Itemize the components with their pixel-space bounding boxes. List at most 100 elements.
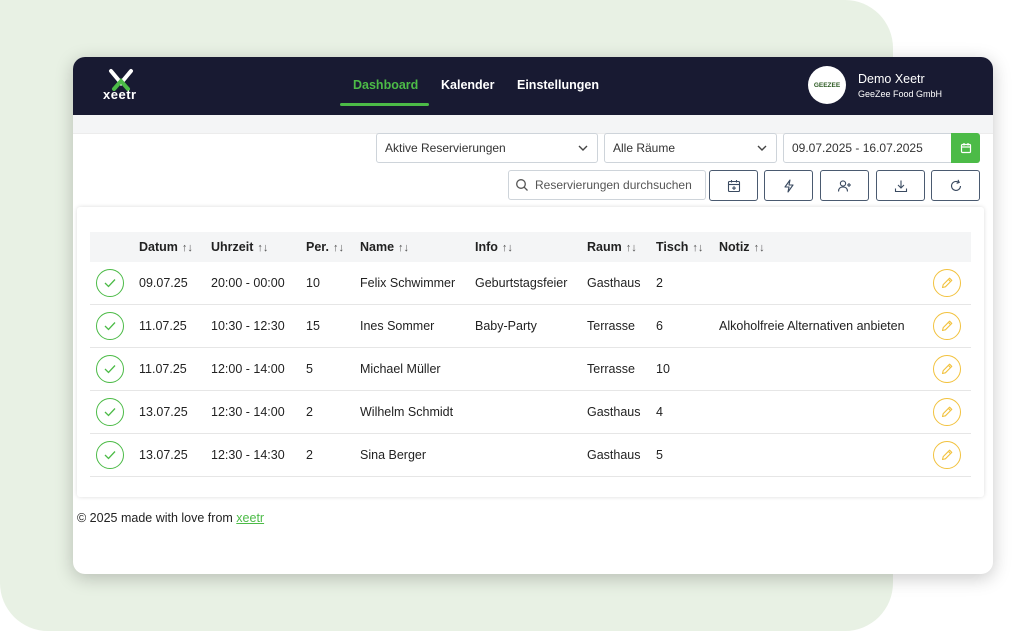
header-datum[interactable]: Datum ↑↓ [139, 232, 211, 262]
pencil-icon [941, 363, 953, 375]
confirm-button[interactable] [96, 355, 124, 383]
header-info[interactable]: Info ↑↓ [475, 232, 587, 262]
check-icon [104, 279, 116, 288]
cell-room: Gasthaus [587, 262, 656, 305]
sort-icon: ↑↓ [181, 242, 193, 254]
cell-time: 20:00 - 00:00 [211, 262, 306, 305]
status-filter-value: Aktive Reservierungen [385, 141, 506, 155]
sort-icon: ↑↓ [332, 242, 344, 254]
check-icon [104, 322, 116, 331]
edit-button[interactable] [933, 398, 961, 426]
search-input[interactable] [533, 177, 702, 193]
date-picker-button[interactable] [951, 133, 980, 163]
cell-table: 6 [656, 304, 719, 348]
avatar-text: GEEZEE [813, 81, 841, 89]
header-raum[interactable]: Raum ↑↓ [587, 232, 656, 262]
cell-date: 13.07.25 [139, 390, 211, 434]
download-button[interactable] [876, 170, 925, 201]
cell-note [719, 347, 933, 391]
chevron-down-icon [578, 145, 588, 151]
table-row[interactable]: 11.07.25 10:30 - 12:30 15 Ines Sommer Ba… [90, 304, 971, 348]
cell-room: Terrasse [587, 304, 656, 348]
nav-einstellungen[interactable]: Einstellungen [517, 78, 599, 92]
cell-note [719, 433, 933, 477]
nav-dashboard[interactable]: Dashboard [353, 78, 418, 92]
header-personen[interactable]: Per. ↑↓ [306, 232, 360, 262]
cell-name: Michael Müller [360, 347, 475, 391]
cell-persons: 2 [306, 433, 360, 477]
cell-table: 2 [656, 262, 719, 305]
user-avatar[interactable]: GEEZEE [808, 66, 846, 104]
check-icon [104, 365, 116, 374]
cell-time: 12:30 - 14:00 [211, 390, 306, 434]
cell-persons: 10 [306, 262, 360, 305]
header-tisch[interactable]: Tisch ↑↓ [656, 232, 719, 262]
cell-table: 10 [656, 347, 719, 391]
cell-time: 12:30 - 14:30 [211, 433, 306, 477]
app-window: xeetr Dashboard Kalender Einstellungen G… [73, 57, 993, 574]
confirm-button[interactable] [96, 269, 124, 297]
refresh-icon [950, 179, 961, 191]
confirm-button[interactable] [96, 441, 124, 469]
cell-date: 11.07.25 [139, 304, 211, 348]
calendar-add-icon [727, 179, 740, 192]
cell-room: Gasthaus [587, 433, 656, 477]
refresh-button[interactable] [931, 170, 980, 201]
header-uhrzeit[interactable]: Uhrzeit ↑↓ [211, 232, 306, 262]
header-actions [933, 232, 971, 262]
reservations-card: Datum ↑↓ Uhrzeit ↑↓ Per. ↑↓ Name ↑↓ Info ↑↓ R… [77, 207, 984, 497]
top-navbar: xeetr Dashboard Kalender Einstellungen G… [73, 57, 993, 115]
date-range-input[interactable]: 09.07.2025 - 16.07.2025 [783, 133, 952, 163]
cell-name: Ines Sommer [360, 304, 475, 348]
cell-date: 11.07.25 [139, 347, 211, 391]
nav-active-indicator [340, 103, 429, 106]
nav-kalender[interactable]: Kalender [441, 78, 495, 92]
cell-info: Baby-Party [475, 304, 587, 348]
check-icon [104, 451, 116, 460]
cell-room: Terrasse [587, 347, 656, 391]
cell-info: Geburtstagsfeier [475, 262, 587, 305]
table-row[interactable]: 13.07.25 12:30 - 14:30 2 Sina Berger Gas… [90, 433, 971, 477]
header-notiz[interactable]: Notiz ↑↓ [719, 232, 933, 262]
header-band [73, 115, 993, 134]
status-filter-select[interactable]: Aktive Reservierungen [376, 133, 598, 163]
header-name[interactable]: Name ↑↓ [360, 232, 475, 262]
user-company: GeeZee Food GmbH [858, 89, 943, 99]
reservations-table: Datum ↑↓ Uhrzeit ↑↓ Per. ↑↓ Name ↑↓ Info ↑↓ R… [90, 232, 971, 477]
header-status [90, 232, 139, 262]
search-icon [516, 179, 528, 191]
footer: © 2025 made with love from xeetr [77, 511, 264, 525]
table-row[interactable]: 13.07.25 12:30 - 14:00 2 Wilhelm Schmidt… [90, 390, 971, 434]
edit-button[interactable] [933, 355, 961, 383]
sort-icon: ↑↓ [398, 242, 410, 254]
cell-persons: 5 [306, 347, 360, 391]
edit-button[interactable] [933, 441, 961, 469]
cell-table: 5 [656, 433, 719, 477]
add-reservation-button[interactable] [709, 170, 758, 201]
cell-time: 12:00 - 14:00 [211, 347, 306, 391]
cell-name: Sina Berger [360, 433, 475, 477]
add-guest-button[interactable] [820, 170, 869, 201]
footer-link[interactable]: xeetr [236, 511, 264, 525]
cell-time: 10:30 - 12:30 [211, 304, 306, 348]
quick-reservation-button[interactable] [764, 170, 813, 201]
room-filter-select[interactable]: Alle Räume [604, 133, 777, 163]
cell-table: 4 [656, 390, 719, 434]
pencil-icon [941, 320, 953, 332]
cell-info [475, 390, 587, 434]
edit-button[interactable] [933, 312, 961, 340]
sort-icon: ↑↓ [625, 242, 637, 254]
edit-button[interactable] [933, 269, 961, 297]
room-filter-value: Alle Räume [613, 141, 676, 155]
table-row[interactable]: 09.07.25 20:00 - 00:00 10 Felix Schwimme… [90, 262, 971, 305]
sort-icon: ↑↓ [692, 242, 704, 254]
confirm-button[interactable] [96, 312, 124, 340]
logo-text: xeetr [103, 87, 137, 102]
user-name[interactable]: Demo Xeetr [858, 72, 925, 86]
pencil-icon [941, 277, 953, 289]
chevron-down-icon [757, 145, 767, 151]
confirm-button[interactable] [96, 398, 124, 426]
cell-persons: 15 [306, 304, 360, 348]
search-box[interactable] [508, 170, 706, 200]
table-row[interactable]: 11.07.25 12:00 - 14:00 5 Michael Müller … [90, 347, 971, 391]
